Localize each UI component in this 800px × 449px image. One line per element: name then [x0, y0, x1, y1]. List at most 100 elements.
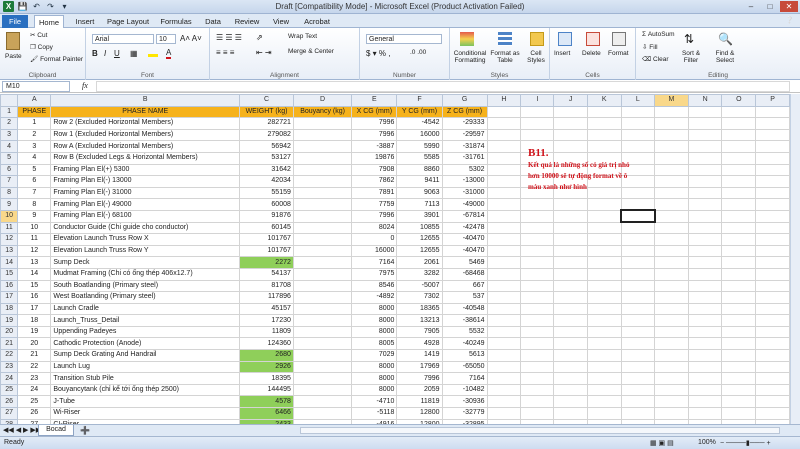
column-header-j[interactable]: J	[553, 94, 588, 107]
header-cell-y-cg[interactable]: Y CG (mm)	[396, 105, 443, 119]
cell[interactable]	[620, 314, 656, 327]
weight-cell[interactable]: 56942	[239, 140, 294, 153]
bouyancy-cell[interactable]	[292, 198, 353, 211]
phase-cell[interactable]: 4	[17, 151, 52, 165]
cell[interactable]	[755, 383, 790, 397]
weight-cell[interactable]: 31642	[239, 163, 294, 177]
cell[interactable]	[687, 349, 723, 362]
cell[interactable]	[520, 279, 555, 293]
cell[interactable]	[486, 325, 522, 339]
x-cg-cell[interactable]: -4892	[351, 291, 398, 304]
cell[interactable]	[586, 128, 622, 142]
weight-cell[interactable]: 18395	[239, 372, 294, 385]
cell[interactable]	[620, 198, 656, 211]
weight-cell[interactable]: 2680	[239, 349, 294, 362]
cell[interactable]	[486, 105, 522, 119]
bouyancy-cell[interactable]	[292, 407, 353, 420]
cell[interactable]	[620, 117, 656, 130]
cell[interactable]	[620, 105, 656, 119]
x-cg-cell[interactable]: 8024	[351, 221, 398, 235]
cell[interactable]	[486, 186, 522, 200]
row-header[interactable]: 23	[0, 360, 19, 374]
minimize-button[interactable]: –	[742, 1, 760, 12]
weight-cell[interactable]: 101767	[239, 244, 294, 258]
x-cg-cell[interactable]: 7759	[351, 198, 398, 211]
vertical-scrollbar[interactable]	[790, 94, 800, 424]
tab-acrobat[interactable]: Acrobat	[298, 15, 336, 28]
x-cg-cell[interactable]: 0	[351, 233, 398, 246]
cell[interactable]	[687, 302, 723, 316]
cell[interactable]	[654, 175, 689, 188]
cell[interactable]	[687, 256, 723, 269]
bouyancy-cell[interactable]	[292, 349, 353, 362]
cell[interactable]	[654, 314, 689, 327]
header-cell-phase[interactable]: PHASE	[17, 105, 52, 119]
cell[interactable]	[520, 395, 555, 409]
phase-name-cell[interactable]: Launch_Truss_Detail	[50, 314, 241, 327]
weight-cell[interactable]: 81708	[239, 279, 294, 293]
weight-cell[interactable]: 6466	[239, 407, 294, 420]
column-header-b[interactable]: B	[50, 94, 241, 107]
x-cg-cell[interactable]: 7029	[351, 349, 398, 362]
phase-cell[interactable]: 8	[17, 198, 52, 211]
cell[interactable]	[486, 314, 522, 327]
cell[interactable]	[654, 325, 689, 339]
row-header[interactable]: 11	[0, 221, 19, 235]
cell[interactable]	[486, 163, 522, 177]
cell[interactable]	[520, 105, 555, 119]
x-cg-cell[interactable]: 7975	[351, 267, 398, 281]
tab-page-layout[interactable]: Page Layout	[104, 15, 152, 28]
cell[interactable]	[721, 117, 757, 130]
cell[interactable]	[620, 291, 656, 304]
fill-color-icon[interactable]	[148, 50, 158, 57]
tab-insert[interactable]: Insert	[70, 15, 100, 28]
cell[interactable]	[620, 267, 656, 281]
cell[interactable]	[520, 302, 555, 316]
bouyancy-cell[interactable]	[292, 291, 353, 304]
row-header[interactable]: 7	[0, 175, 19, 188]
cell[interactable]	[586, 325, 622, 339]
bouyancy-cell[interactable]	[292, 267, 353, 281]
cell[interactable]	[553, 256, 588, 269]
cell[interactable]	[721, 325, 757, 339]
y-cg-cell[interactable]: 8860	[396, 163, 443, 177]
row-header[interactable]: 17	[0, 291, 19, 304]
y-cg-cell[interactable]: 18365	[396, 302, 443, 316]
cell[interactable]	[687, 337, 723, 351]
help-icon[interactable]: ❔	[786, 16, 794, 24]
bouyancy-cell[interactable]	[292, 256, 353, 269]
x-cg-cell[interactable]: 8546	[351, 279, 398, 293]
weight-cell[interactable]: 279082	[239, 128, 294, 142]
cell[interactable]	[755, 186, 790, 200]
weight-cell[interactable]: 4578	[239, 395, 294, 409]
cell[interactable]	[620, 279, 656, 293]
phase-cell[interactable]: 5	[17, 163, 52, 177]
cell[interactable]	[486, 337, 522, 351]
z-cg-cell[interactable]: -40470	[441, 244, 488, 258]
row-header[interactable]: 3	[0, 128, 19, 142]
cell[interactable]	[654, 105, 689, 119]
cell[interactable]	[755, 279, 790, 293]
row-header[interactable]: 18	[0, 302, 19, 316]
cell[interactable]	[687, 291, 723, 304]
phase-name-cell[interactable]: Row 1 (Excluded Horizontal Members)	[50, 128, 241, 142]
weight-cell[interactable]: 60008	[239, 198, 294, 211]
z-cg-cell[interactable]: 5613	[441, 349, 488, 362]
cell[interactable]	[721, 395, 757, 409]
cell[interactable]	[620, 337, 656, 351]
cell[interactable]	[620, 221, 656, 235]
z-cg-cell[interactable]: -10482	[441, 383, 488, 397]
cell[interactable]	[721, 151, 757, 165]
cell[interactable]	[486, 221, 522, 235]
y-cg-cell[interactable]: 7905	[396, 325, 443, 339]
phase-cell[interactable]: 9	[17, 209, 52, 223]
cell[interactable]	[687, 383, 723, 397]
cut-button[interactable]: ✂ Cut	[30, 31, 47, 39]
bouyancy-cell[interactable]	[292, 209, 353, 223]
cell[interactable]	[687, 175, 723, 188]
y-cg-cell[interactable]: 3282	[396, 267, 443, 281]
cell[interactable]	[654, 233, 689, 246]
row-header[interactable]: 24	[0, 372, 19, 385]
x-cg-cell[interactable]: 7164	[351, 256, 398, 269]
cell[interactable]	[586, 395, 622, 409]
